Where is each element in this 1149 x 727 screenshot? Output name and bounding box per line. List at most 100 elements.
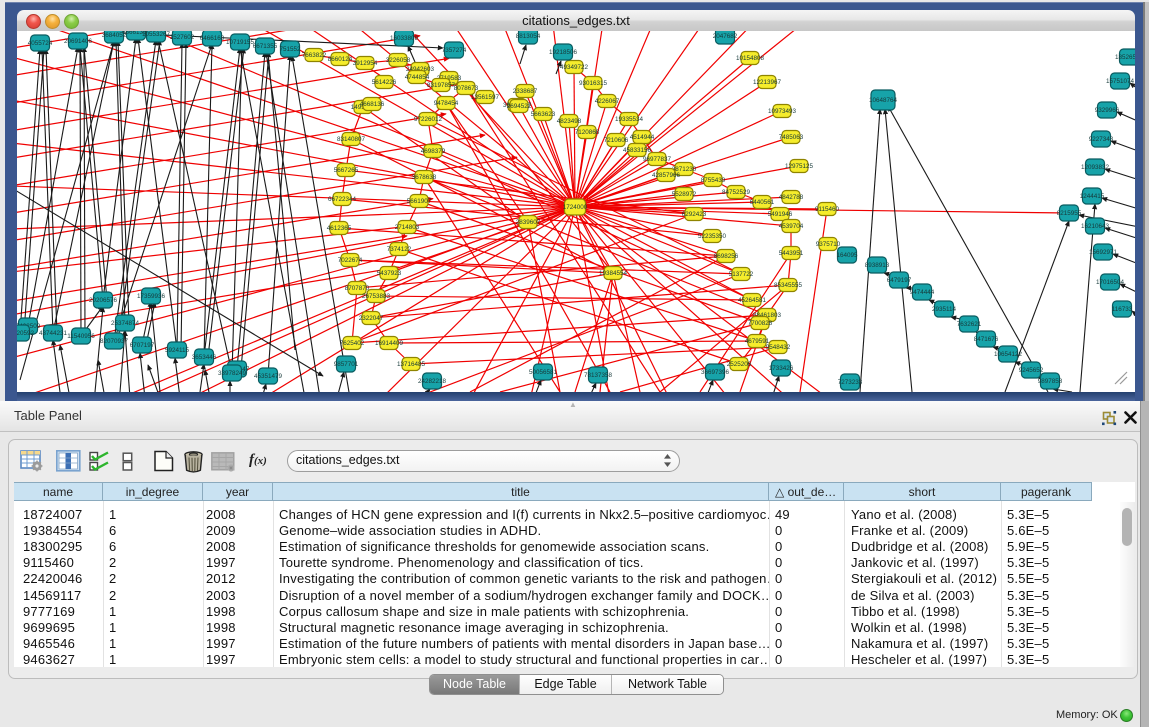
svg-text:5667265: 5667265 <box>334 167 359 174</box>
svg-text:6440561: 6440561 <box>750 199 775 206</box>
svg-text:116733: 116733 <box>1112 306 1133 313</box>
svg-text:52235350: 52235350 <box>698 233 727 240</box>
svg-text:19384554: 19384554 <box>599 270 628 277</box>
svg-text:50056581: 50056581 <box>529 369 558 376</box>
svg-text:9375710: 9375710 <box>816 241 841 248</box>
svg-text:84752529: 84752529 <box>722 189 751 196</box>
svg-text:10654122: 10654122 <box>994 351 1023 358</box>
svg-text:45264581: 45264581 <box>738 297 767 304</box>
svg-text:18526544: 18526544 <box>1115 54 1135 61</box>
svg-text:9245652: 9245652 <box>1019 367 1044 374</box>
svg-text:8698256: 8698256 <box>714 253 739 260</box>
svg-text:82070937: 82070937 <box>100 338 129 345</box>
svg-text:9115460: 9115460 <box>815 206 840 213</box>
svg-text:16033809: 16033809 <box>390 35 419 42</box>
svg-text:2525206: 2525206 <box>727 361 752 368</box>
svg-text:8813054: 8813054 <box>516 33 541 40</box>
svg-text:12093832: 12093832 <box>1081 164 1110 171</box>
svg-text:42857966: 42857966 <box>652 172 681 179</box>
svg-text:3678638: 3678638 <box>412 174 437 181</box>
svg-text:19335534: 19335534 <box>615 116 644 123</box>
svg-text:3653446: 3653446 <box>192 354 217 361</box>
svg-text:4226067: 4226067 <box>595 98 620 105</box>
svg-text:9227343: 9227343 <box>1089 136 1114 143</box>
svg-text:2047682: 2047682 <box>713 33 738 40</box>
svg-text:19218506: 19218506 <box>549 49 578 56</box>
svg-text:7210606: 7210606 <box>604 137 629 144</box>
svg-text:7022674: 7022674 <box>338 257 363 264</box>
svg-text:4698379: 4698379 <box>421 148 446 155</box>
svg-text:96977837: 96977837 <box>643 156 672 163</box>
svg-text:15751074: 15751074 <box>1106 78 1135 85</box>
svg-text:7374122: 7374122 <box>387 246 412 253</box>
svg-text:4612365: 4612365 <box>327 225 352 232</box>
svg-text:5663623: 5663623 <box>531 111 556 118</box>
svg-text:4055724: 4055724 <box>28 40 53 47</box>
svg-text:8707870: 8707870 <box>345 285 370 292</box>
svg-text:11540956: 11540956 <box>67 333 95 340</box>
svg-text:1527602: 1527602 <box>170 34 195 41</box>
svg-text:17016504: 17016504 <box>1096 279 1125 286</box>
svg-text:4823498: 4823498 <box>557 118 582 125</box>
svg-text:7357274: 7357274 <box>442 47 467 54</box>
svg-text:2322047: 2322047 <box>359 315 384 322</box>
svg-text:9329966: 9329966 <box>1095 107 1120 114</box>
svg-text:33978249: 33978249 <box>218 370 247 377</box>
svg-text:7663822: 7663822 <box>302 52 327 59</box>
svg-text:164095: 164095 <box>836 252 858 259</box>
svg-text:16914409: 16914409 <box>375 340 404 347</box>
svg-text:2338687: 2338687 <box>513 88 538 95</box>
svg-text:10973493: 10973493 <box>768 108 797 115</box>
svg-text:85345555: 85345555 <box>774 282 803 289</box>
svg-text:9897858: 9897858 <box>1038 378 1063 385</box>
svg-text:7485063: 7485063 <box>779 134 804 141</box>
svg-text:7632621: 7632621 <box>957 321 982 328</box>
svg-text:12975125: 12975125 <box>785 163 814 170</box>
svg-text:13716485: 13716485 <box>397 361 426 368</box>
svg-text:5437923: 5437923 <box>377 270 402 277</box>
svg-text:4842788: 4842788 <box>779 194 804 201</box>
svg-text:78137358: 78137358 <box>584 372 613 379</box>
svg-text:1724000: 1724000 <box>563 204 588 211</box>
svg-text:16210643: 16210643 <box>1081 223 1110 230</box>
svg-text:15692971: 15692971 <box>1089 249 1118 256</box>
svg-text:6479197: 6479197 <box>887 277 912 284</box>
svg-text:3226058: 3226058 <box>386 57 411 64</box>
svg-text:1733426: 1733426 <box>769 365 794 372</box>
svg-text:10648764: 10648764 <box>869 97 898 104</box>
svg-text:83140807: 83140807 <box>337 136 366 143</box>
svg-text:2935114: 2935114 <box>932 306 957 313</box>
svg-text:2694522: 2694522 <box>507 103 532 110</box>
svg-text:5443951: 5443951 <box>779 250 804 257</box>
svg-text:36697396: 36697396 <box>701 369 730 376</box>
svg-text:4539704: 4539704 <box>779 223 804 230</box>
svg-text:1244415: 1244415 <box>1080 193 1105 200</box>
svg-text:7120868: 7120868 <box>575 129 600 136</box>
svg-text:2839607: 2839607 <box>516 219 541 226</box>
svg-text:10154808: 10154808 <box>736 55 765 62</box>
svg-text:5528972: 5528972 <box>672 191 697 198</box>
svg-text:8660124: 8660124 <box>328 56 353 63</box>
svg-text:45833156: 45833156 <box>623 147 652 154</box>
svg-text:45351479: 45351479 <box>254 373 283 380</box>
svg-text:93016315: 93016315 <box>579 80 608 87</box>
svg-text:97226012: 97226012 <box>414 116 443 123</box>
svg-text:8215955: 8215955 <box>1057 210 1082 217</box>
svg-text:8938913: 8938913 <box>865 262 890 269</box>
svg-text:5491946: 5491946 <box>768 211 793 218</box>
svg-text:26753883: 26753883 <box>362 293 391 300</box>
svg-text:2714803: 2714803 <box>395 224 420 231</box>
svg-text:5924115: 5924115 <box>165 347 190 354</box>
svg-text:66722344: 66722344 <box>328 196 357 203</box>
svg-text:751552: 751552 <box>279 46 301 53</box>
svg-text:25374874: 25374874 <box>111 320 140 327</box>
svg-text:72820592: 72820592 <box>17 330 34 337</box>
svg-text:9478454: 9478454 <box>434 100 459 107</box>
svg-text:5137722: 5137722 <box>729 271 754 278</box>
svg-text:7700828: 7700828 <box>748 320 773 327</box>
svg-text:8078673: 8078673 <box>454 85 479 92</box>
svg-text:4744854: 4744854 <box>405 74 430 81</box>
svg-text:4514944: 4514944 <box>630 134 655 141</box>
svg-text:9474444: 9474444 <box>910 289 935 296</box>
svg-text:6292423: 6292423 <box>682 211 707 218</box>
